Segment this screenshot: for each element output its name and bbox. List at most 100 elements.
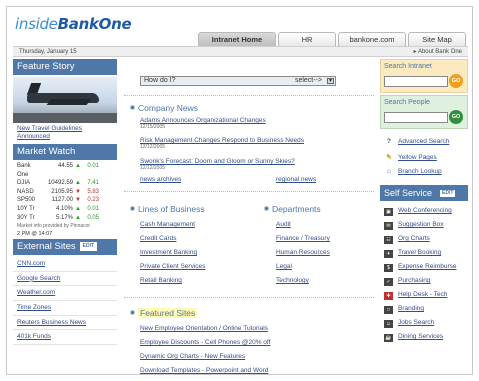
tab-intranet-home[interactable]: Intranet Home xyxy=(198,32,276,46)
stock-price: 1127.00 xyxy=(51,197,73,204)
stock-price: 44.55 xyxy=(57,163,73,169)
featured-link[interactable]: Dynamic Org Charts - New Features xyxy=(140,353,245,360)
featured-link[interactable]: Employee Discounts - Cell Phones @20% of… xyxy=(140,339,270,346)
search-intranet-go-button[interactable]: GO xyxy=(449,74,463,88)
tab-bankone-com[interactable]: bankone.com xyxy=(338,32,406,46)
external-site-google[interactable]: Google Search xyxy=(13,272,117,287)
department-link[interactable]: Audit xyxy=(276,221,291,228)
news-archives-link[interactable]: news archives xyxy=(140,176,181,183)
department-link[interactable]: Human Resources xyxy=(276,249,330,256)
left-column: Feature Story New Travel Guidelines Anno… xyxy=(13,59,117,345)
self-service-branding[interactable]: □ Branding xyxy=(384,305,424,314)
search-intranet-box: Search Intranet GO xyxy=(380,59,468,93)
pencil-icon: ✎ xyxy=(386,154,392,161)
branch-lookup-label: Branch Lookup xyxy=(398,168,442,175)
feature-story-link[interactable]: New Travel Guidelines Announced xyxy=(17,125,113,141)
right-column: Search Intranet GO Search People GO ? Adv… xyxy=(380,59,468,342)
tab-hr[interactable]: HR xyxy=(278,32,336,46)
news-link[interactable]: Swonk's Forecast: Doom and Gloom or Sunn… xyxy=(140,158,295,165)
branch-lookup-link[interactable]: ⌂ Branch Lookup xyxy=(384,168,442,175)
stock-price: 2105.95 xyxy=(51,188,73,195)
departments-header: Departments xyxy=(264,204,321,214)
current-date: Thursday, January 15 xyxy=(19,49,77,55)
how-do-i-placeholder: select--> xyxy=(294,77,322,84)
feature-story-header: Feature Story xyxy=(13,59,117,75)
building-icon: ⌂ xyxy=(387,168,391,175)
lob-link[interactable]: Private Client Services xyxy=(140,263,205,270)
stock-price: 5.17% xyxy=(55,214,73,221)
self-service-suggestion-box[interactable]: ✉ Suggestion Box xyxy=(384,221,444,230)
department-link[interactable]: Technology xyxy=(276,277,309,284)
self-service-web-conferencing[interactable]: ▣ Web Conferencing xyxy=(384,207,452,216)
self-service-dining-services[interactable]: ☕ Dining Services xyxy=(384,333,443,342)
featured-sites-header: Featured Sites xyxy=(130,308,198,318)
search-intranet-input[interactable] xyxy=(384,76,448,87)
search-people-input[interactable] xyxy=(384,112,448,123)
regional-news-link[interactable]: regional news xyxy=(276,176,316,183)
featured-sites-title: Featured Sites xyxy=(138,308,198,318)
external-site-reuters[interactable]: Reuters Business News xyxy=(13,316,117,331)
logo-main: BankOne xyxy=(57,15,132,33)
self-service-label: Expense Reimburse xyxy=(398,263,457,270)
market-provider-note: Market info provided by Pinnacor xyxy=(17,223,91,230)
departments-title: Departments xyxy=(272,204,321,214)
lob-link[interactable]: Investment Banking xyxy=(140,249,197,256)
self-service-label: Travel Booking xyxy=(398,249,442,256)
self-service-travel-booking[interactable]: ✈ Travel Booking xyxy=(384,249,441,258)
self-service-jobs-search[interactable]: ☺ Jobs Search xyxy=(384,319,434,328)
self-service-expense-reimburse[interactable]: $ Expense Reimburse xyxy=(384,263,457,272)
stock-row: NASD 2105.95 ▼ 5.83 xyxy=(17,188,113,197)
search-people-label: Search People xyxy=(384,99,430,106)
stock-name: 30Y Tr xyxy=(17,214,35,221)
search-people-go-button[interactable]: GO xyxy=(449,110,463,124)
self-service-label: Jobs Search xyxy=(398,319,435,326)
market-watch-header: Market Watch xyxy=(13,144,117,160)
divider xyxy=(124,95,374,96)
self-service-purchasing[interactable]: ✓ Purchasing xyxy=(384,277,431,286)
lob-link[interactable]: Retail Banking xyxy=(140,277,182,284)
how-do-i-select[interactable]: How do I? select--> ▼ xyxy=(140,76,336,86)
lob-link[interactable]: Cash Management xyxy=(140,221,195,228)
tab-site-map[interactable]: Site Map xyxy=(408,32,466,46)
stock-chg: 0.01 xyxy=(87,205,99,212)
external-site-cnn[interactable]: CNN.com xyxy=(13,257,117,272)
about-bank-one-link[interactable]: ▸ About Bank One xyxy=(414,47,462,57)
airplane-photo[interactable] xyxy=(13,77,117,123)
bullet-icon xyxy=(264,206,269,211)
featured-link[interactable]: New Employee Orientation / Online Tutori… xyxy=(140,325,268,332)
external-sites-header: External Sites EDIT xyxy=(13,239,117,256)
stock-row: SP500 1127.00 ▼ 0.23 xyxy=(17,196,113,205)
how-do-i-label: How do I? xyxy=(144,77,176,84)
yellow-pages-link[interactable]: ✎ Yellow Pages xyxy=(384,153,437,161)
arrow-up-icon: ▲ xyxy=(75,163,81,169)
lob-link[interactable]: Credit Cards xyxy=(140,235,176,242)
featured-link[interactable]: Download Templates - Powerpoint and Word xyxy=(140,367,268,374)
bullet-icon xyxy=(130,310,135,315)
advanced-search-link[interactable]: ? Advanced Search xyxy=(384,138,449,145)
department-link[interactable]: Finance / Treasury xyxy=(276,235,330,242)
company-news-title: Company News xyxy=(138,103,198,113)
stock-chg: 0.05 xyxy=(87,214,99,221)
stock-name: DJIA xyxy=(17,180,31,187)
help-desk-icon: ✚ xyxy=(384,292,393,300)
external-site-timezones[interactable]: Time Zones xyxy=(13,301,117,316)
news-link[interactable]: Risk Management Changes Respond to Busin… xyxy=(140,137,304,144)
self-service-edit-button[interactable]: EDIT xyxy=(440,190,456,197)
stock-name: Bank One xyxy=(17,163,31,178)
department-link[interactable]: Legal xyxy=(276,263,292,270)
insidebankone-logo[interactable]: insideBankOne xyxy=(15,15,132,33)
chevron-down-icon[interactable]: ▼ xyxy=(327,78,334,84)
date-bar: Thursday, January 15 ▸ About Bank One xyxy=(13,46,468,57)
news-item: Swonk's Forecast: Doom and Gloom or Sunn… xyxy=(140,158,295,171)
self-service-help-desk[interactable]: ✚ Help Desk - Tech xyxy=(384,291,447,300)
top-tabs: Intranet Home HR bankone.com Site Map xyxy=(198,32,466,46)
self-service-label: Help Desk - Tech xyxy=(398,291,448,298)
news-link[interactable]: Adams Announces Organizational Changes xyxy=(140,117,266,124)
person-icon: ☺ xyxy=(384,320,393,328)
external-edit-button[interactable]: EDIT xyxy=(79,242,98,252)
external-site-401k[interactable]: 401k Funds xyxy=(13,330,117,345)
external-site-weather[interactable]: Weather.com xyxy=(13,286,117,301)
stock-chg: 5.83 xyxy=(87,188,99,195)
self-service-org-charts[interactable]: ☷ Org Charts xyxy=(384,235,430,244)
branding-icon: □ xyxy=(384,306,393,314)
